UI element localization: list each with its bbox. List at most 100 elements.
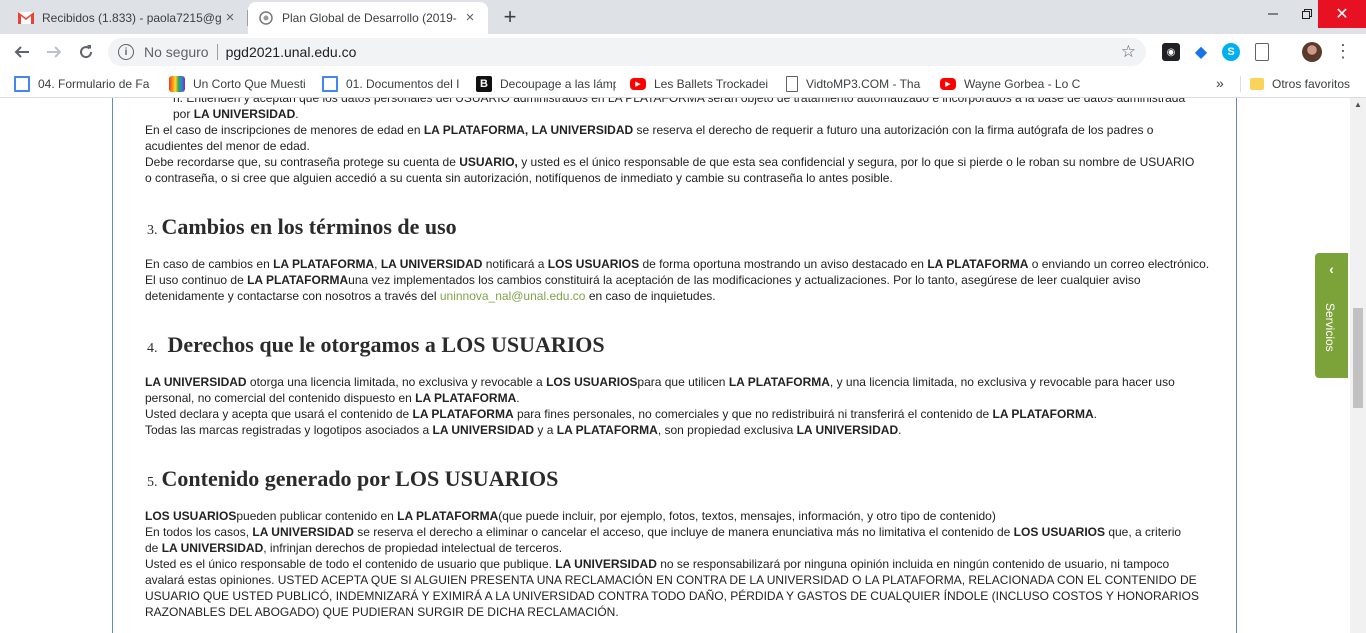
bookmark-item[interactable]: 04. Formulario de Fa <box>14 75 154 93</box>
paragraph-minors: En el caso de inscripciones de menores d… <box>145 122 1215 186</box>
section-title: Cambios en los términos de uso <box>161 214 457 239</box>
url-text[interactable]: pgd2021.unal.edu.co <box>226 44 357 60</box>
tab-gmail[interactable]: Recibidos (1.833) - paola7215@g × <box>8 2 248 34</box>
paragraph-section-3: En caso de cambios en LA PLATAFORMA, LA … <box>145 256 1215 304</box>
tab-strip: Recibidos (1.833) - paola7215@g × Plan G… <box>0 0 1366 34</box>
section-title: Contenido generado por LOS USUARIOS <box>161 466 559 491</box>
chevron-left-icon[interactable]: ‹ <box>1315 261 1348 277</box>
text: LOS USUARIOS <box>1013 525 1105 539</box>
text: se reserva el derecho a eliminar o cance… <box>353 525 1014 539</box>
text: de <box>145 541 162 555</box>
text: LA UNIVERSIDAD <box>380 257 483 271</box>
text: LA UNIVERSIDAD <box>432 423 535 437</box>
bookmark-item[interactable]: Un Corto Que Muesti <box>169 75 309 93</box>
text: . <box>295 107 299 121</box>
text: Todas las marcas registradas y logotipos… <box>145 423 433 437</box>
text: El uso continuo de <box>145 273 248 287</box>
bookmark-item[interactable]: B Decoupage a las lámp <box>476 75 616 93</box>
divider <box>1240 76 1241 92</box>
youtube-icon: ▶ <box>630 78 646 90</box>
menu-dots-icon[interactable]: ⋮ <box>1334 40 1352 62</box>
text: de forma oportuna mostrando un aviso des… <box>639 257 928 271</box>
youtube-icon: ▶ <box>940 78 956 90</box>
b-icon: B <box>476 76 492 92</box>
text: RAZONABLES DEL ABOGADO) QUE PUDIERAN SUR… <box>145 605 619 619</box>
bookmarks-bar: 04. Formulario de Fa Un Corto Que Muesti… <box>0 70 1366 98</box>
avatar[interactable] <box>1302 42 1322 62</box>
text: USUARIO QUE USTED PUBLICÓ, INDEMNIZARÁ Y… <box>145 589 1200 603</box>
bookmark-label: 01. Documentos del I <box>346 77 460 91</box>
text: notificará a <box>482 257 548 271</box>
window-close-icon[interactable]: ✕ <box>1318 0 1366 28</box>
bookmark-item[interactable]: ▶ Les Ballets Trockadei <box>630 75 770 93</box>
scroll-up-icon[interactable]: ▲ <box>1354 100 1362 109</box>
text: LA PLATAFORMA <box>412 407 514 421</box>
tab-close-icon[interactable]: × <box>462 10 478 26</box>
crest-icon <box>258 10 274 26</box>
document-icon[interactable] <box>1255 43 1269 61</box>
other-favorites[interactable]: Otros favoritos <box>1250 75 1360 93</box>
minimize-icon[interactable] <box>1256 0 1290 28</box>
text: o contraseña, o si cree que alguien acce… <box>145 171 893 185</box>
address-bar[interactable]: i No seguro pgd2021.unal.edu.co ☆ <box>108 38 1146 66</box>
text: LA PLATAFORMA <box>273 257 375 271</box>
security-label: No seguro <box>144 44 209 60</box>
list-item-h: h. Entienden y aceptan que los datos per… <box>173 98 1223 122</box>
section-number: 4. <box>147 341 158 356</box>
text: Usted declara y acepta que usará el cont… <box>145 407 413 421</box>
new-tab-button[interactable]: + <box>498 6 522 30</box>
forward-icon[interactable] <box>40 38 68 66</box>
bookmark-label: VidtoMP3.COM - Tha <box>806 77 921 91</box>
page-icon <box>786 76 798 92</box>
services-label: Servicios <box>1323 303 1337 352</box>
section-heading-4: 4. Derechos que le otorgamos a LOS USUAR… <box>147 332 605 358</box>
page-scrollbar[interactable]: ▲ <box>1350 98 1366 633</box>
text: detenidamente y contactarse con nosotros… <box>145 289 440 303</box>
bookmark-label: Decoupage a las lámp <box>500 77 616 91</box>
section-heading-3: 3. Cambios en los términos de uso <box>147 214 457 240</box>
tab-plan-global[interactable]: Plan Global de Desarrollo (2019- × <box>248 2 488 34</box>
section-heading-5: 5. Contenido generado por LOS USUARIOS <box>147 466 558 492</box>
text: LA PLATAFORMA <box>247 273 349 287</box>
bookmark-star-icon[interactable]: ☆ <box>1121 42 1136 62</box>
text: LA UNIVERSIDAD <box>796 423 899 437</box>
text: LA PLATAFORMA <box>927 257 1029 271</box>
text: que, a criterio <box>1105 525 1182 539</box>
doc-icon <box>322 76 338 92</box>
text: no se responsabilizará por ninguna opini… <box>656 557 1170 571</box>
text: personal, no comercial del contenido dis… <box>145 391 416 405</box>
reload-icon[interactable] <box>72 38 100 66</box>
back-icon[interactable] <box>8 38 36 66</box>
section-number: 3. <box>147 223 158 238</box>
bookmark-item[interactable]: ▶ Wayne Gorbea - Lo C <box>940 75 1080 93</box>
bookmark-label: 04. Formulario de Fa <box>38 77 150 91</box>
terms-content: h. Entienden y aceptan que los datos per… <box>112 98 1237 633</box>
tab-title: Plan Global de Desarrollo (2019- <box>282 11 457 25</box>
text: en caso de inquietudes. <box>585 289 716 303</box>
text: para que utilicen <box>637 375 729 389</box>
bookmark-label: Wayne Gorbea - Lo C <box>964 77 1080 91</box>
paragraph-text: por LA UNIVERSIDAD. <box>173 106 1223 122</box>
text: Debe recordarse que, su contraseña prote… <box>145 155 460 169</box>
bookmarks-overflow-icon[interactable]: » <box>1216 75 1224 91</box>
tab-close-icon[interactable]: × <box>222 10 238 26</box>
text: . <box>898 423 902 437</box>
owl-extension-icon[interactable]: ◉ <box>1162 43 1180 61</box>
text: , son propiedad exclusiva <box>657 423 797 437</box>
email-link[interactable]: uninnova_nal@unal.edu.co <box>440 289 586 303</box>
info-icon[interactable]: i <box>118 44 134 60</box>
page-viewport: h. Entienden y aceptan que los datos per… <box>0 98 1350 633</box>
doc-icon <box>14 76 30 92</box>
bookmark-item[interactable]: VidtoMP3.COM - Tha <box>786 75 926 93</box>
scrollbar-thumb[interactable] <box>1353 308 1363 408</box>
bookmark-item[interactable]: 01. Documentos del I <box>322 75 462 93</box>
section-title: Derechos que le otorgamos a LOS USUARIOS <box>167 332 605 357</box>
text: y a <box>534 423 557 437</box>
skype-icon[interactable]: S <box>1222 43 1240 61</box>
services-side-tab[interactable]: ‹ Servicios <box>1315 253 1348 378</box>
text: LA PLATAFORMA <box>728 375 830 389</box>
text: LA UNIVERSIDAD <box>193 107 296 121</box>
text: LA UNIVERSIDAD <box>555 557 657 571</box>
text: En todos los casos, <box>145 525 253 539</box>
graduation-cap-icon[interactable]: ◆ <box>1192 43 1210 61</box>
